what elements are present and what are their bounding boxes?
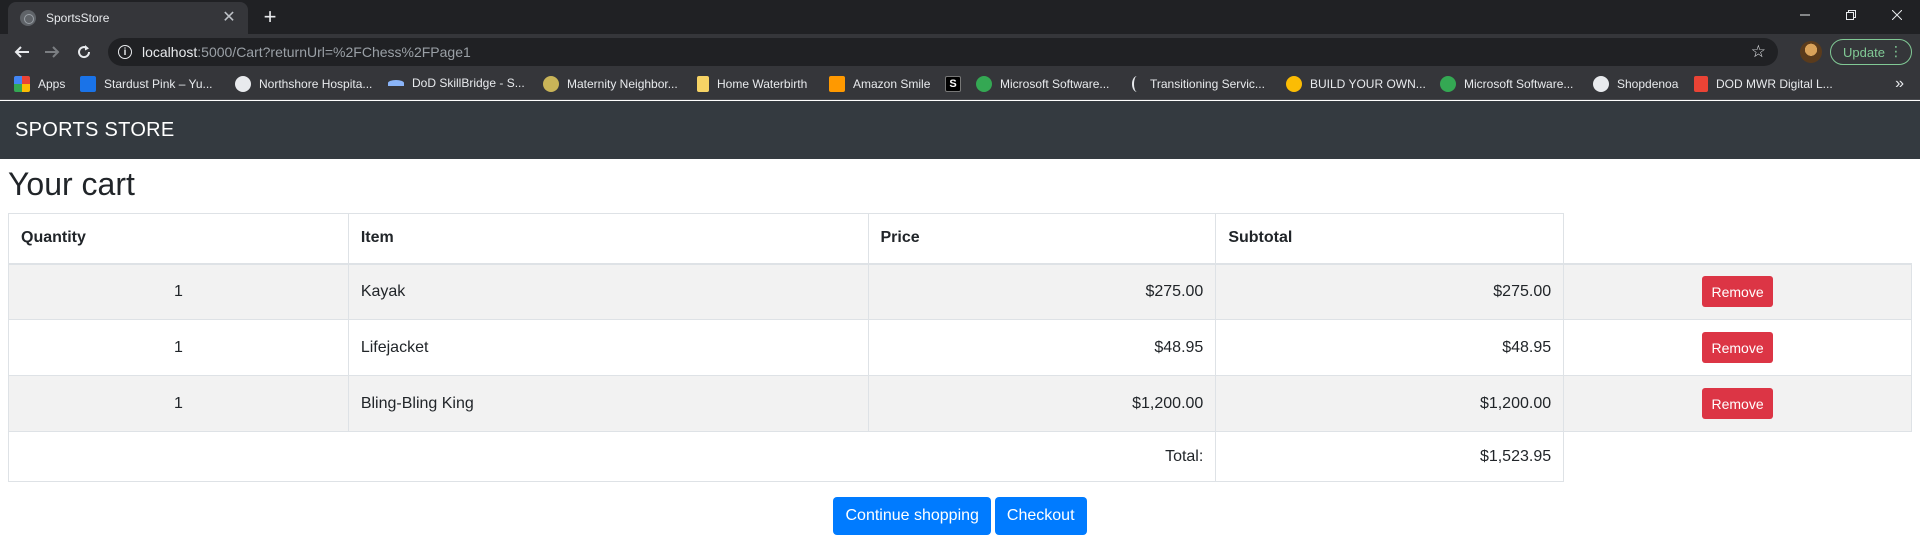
menu-dots-icon[interactable]: ⋮ <box>1889 43 1903 60</box>
back-button[interactable] <box>10 40 34 64</box>
bookmark-shopdenoa[interactable]: Shopdenoa <box>1593 76 1678 92</box>
tab-title: SportsStore <box>46 11 110 25</box>
table-row: 1 Lifejacket $48.95 $48.95 Remove <box>8 319 1912 376</box>
row-item: Bling-Bling King <box>347 375 869 432</box>
bookmark-skillbridge[interactable]: DoD SkillBridge - S... <box>388 76 525 90</box>
bracket-icon <box>1132 76 1142 92</box>
table-row: 1 Bling-Bling King $1,200.00 $1,200.00 R… <box>8 375 1912 432</box>
bookmark-dod-mwr[interactable]: DOD MWR Digital L... <box>1694 76 1833 92</box>
continue-shopping-button[interactable]: Continue shopping <box>833 497 991 535</box>
row-item: Lifejacket <box>347 319 869 376</box>
remove-button[interactable]: Remove <box>1702 276 1773 308</box>
row-actions: Remove <box>1563 319 1912 376</box>
close-window-button[interactable] <box>1874 0 1920 30</box>
row-item: Kayak <box>347 263 869 320</box>
row-price: $48.95 <box>867 319 1217 376</box>
apps-grid-icon <box>14 76 30 92</box>
bookmark-northshore[interactable]: Northshore Hospita... <box>235 76 372 92</box>
minimize-button[interactable] <box>1782 0 1828 30</box>
new-tab-button[interactable]: + <box>258 5 282 29</box>
window-controls <box>1782 0 1920 30</box>
table-row: 1 Kayak $275.00 $275.00 Remove <box>8 263 1912 320</box>
globe-icon <box>20 10 36 26</box>
header-actions <box>1563 213 1912 265</box>
bookmarks-bar: Apps Stardust Pink – Yu... Northshore Ho… <box>0 70 1920 100</box>
close-tab-icon[interactable]: ✕ <box>220 9 238 27</box>
bookmarks-overflow-icon[interactable]: » <box>1895 75 1904 93</box>
close-icon <box>1892 10 1902 20</box>
globe-icon <box>1593 76 1609 92</box>
skillbridge-icon <box>388 80 404 86</box>
address-bar[interactable]: i localhost:5000/Cart?returnUrl=%2FChess… <box>108 38 1778 66</box>
total-empty-cell <box>1564 432 1912 482</box>
mwr-icon <box>1694 76 1708 92</box>
bookmark-waterbirth[interactable]: Home Waterbirth <box>697 76 807 92</box>
amazon-icon <box>829 76 845 92</box>
row-actions: Remove <box>1563 375 1912 432</box>
microsoft-icon <box>1440 76 1456 92</box>
arrow-left-icon <box>14 46 29 58</box>
reload-button[interactable] <box>72 40 96 64</box>
row-actions: Remove <box>1563 263 1912 320</box>
bookmark-microsoft-2[interactable]: Microsoft Software... <box>1440 76 1573 92</box>
lemon-icon <box>1286 76 1302 92</box>
site-navbar: SPORTS STORE <box>0 101 1920 159</box>
arrow-right-icon <box>45 46 60 58</box>
browser-toolbar: i localhost:5000/Cart?returnUrl=%2FChess… <box>0 34 1920 70</box>
row-subtotal: $1,200.00 <box>1215 375 1565 432</box>
row-price: $275.00 <box>867 263 1217 320</box>
checkout-button[interactable]: Checkout <box>994 497 1087 535</box>
reload-icon <box>78 45 91 59</box>
profile-avatar[interactable] <box>1800 41 1822 63</box>
remove-button[interactable]: Remove <box>1702 332 1773 363</box>
bookmark-s[interactable]: S <box>945 76 969 92</box>
minimize-icon <box>1800 14 1810 16</box>
total-row: Total: $1,523.95 <box>7 431 1912 482</box>
forward-button[interactable] <box>40 40 64 64</box>
row-price: $1,200.00 <box>867 375 1217 432</box>
bookmark-build-your-own[interactable]: BUILD YOUR OWN... <box>1286 76 1426 92</box>
table-header-row: Quantity Item Price Subtotal <box>8 213 1912 265</box>
bookmark-stardust[interactable]: Stardust Pink – Yu... <box>80 76 213 92</box>
row-quantity: 1 <box>8 319 349 376</box>
folder-icon <box>697 76 709 92</box>
site-brand[interactable]: SPORTS STORE <box>15 119 175 142</box>
update-button[interactable]: Update ⋮ <box>1830 39 1912 65</box>
restore-icon <box>1846 10 1856 20</box>
browser-tabstrip: SportsStore ✕ + <box>0 0 1920 34</box>
globe-icon <box>235 76 251 92</box>
bookmark-apps[interactable]: Apps <box>14 76 65 92</box>
s-icon: S <box>945 76 961 92</box>
header-price: Price <box>867 213 1217 265</box>
restore-button[interactable] <box>1828 0 1874 30</box>
header-quantity: Quantity <box>8 213 349 265</box>
browser-tab[interactable]: SportsStore ✕ <box>8 2 248 34</box>
row-subtotal: $48.95 <box>1215 319 1565 376</box>
cart-actions: Continue shopping Checkout <box>0 497 1920 535</box>
sun-icon <box>543 76 559 92</box>
header-subtotal: Subtotal <box>1215 213 1565 265</box>
page-title: Your cart <box>8 166 135 202</box>
bookmark-microsoft-1[interactable]: Microsoft Software... <box>976 76 1109 92</box>
total-label: Total: <box>7 431 1217 482</box>
row-quantity: 1 <box>8 375 349 432</box>
bookmark-star-icon[interactable]: ☆ <box>1751 42 1766 62</box>
bookmark-maternity[interactable]: Maternity Neighbor... <box>543 76 678 92</box>
update-label: Update <box>1843 44 1885 60</box>
row-subtotal: $275.00 <box>1215 263 1565 320</box>
header-item: Item <box>347 213 869 265</box>
total-value: $1,523.95 <box>1215 431 1565 482</box>
remove-button[interactable]: Remove <box>1702 388 1773 419</box>
url-text[interactable]: localhost:5000/Cart?returnUrl=%2FChess%2… <box>142 44 471 60</box>
bookmark-transitioning[interactable]: Transitioning Servic... <box>1132 76 1265 92</box>
info-icon[interactable]: i <box>118 45 132 59</box>
stardust-icon <box>80 76 96 92</box>
microsoft-icon <box>976 76 992 92</box>
cart-table: Quantity Item Price Subtotal 1 Kayak $27… <box>7 213 1912 482</box>
bookmark-amazon-smile[interactable]: Amazon Smile <box>829 76 930 92</box>
row-quantity: 1 <box>8 263 349 320</box>
